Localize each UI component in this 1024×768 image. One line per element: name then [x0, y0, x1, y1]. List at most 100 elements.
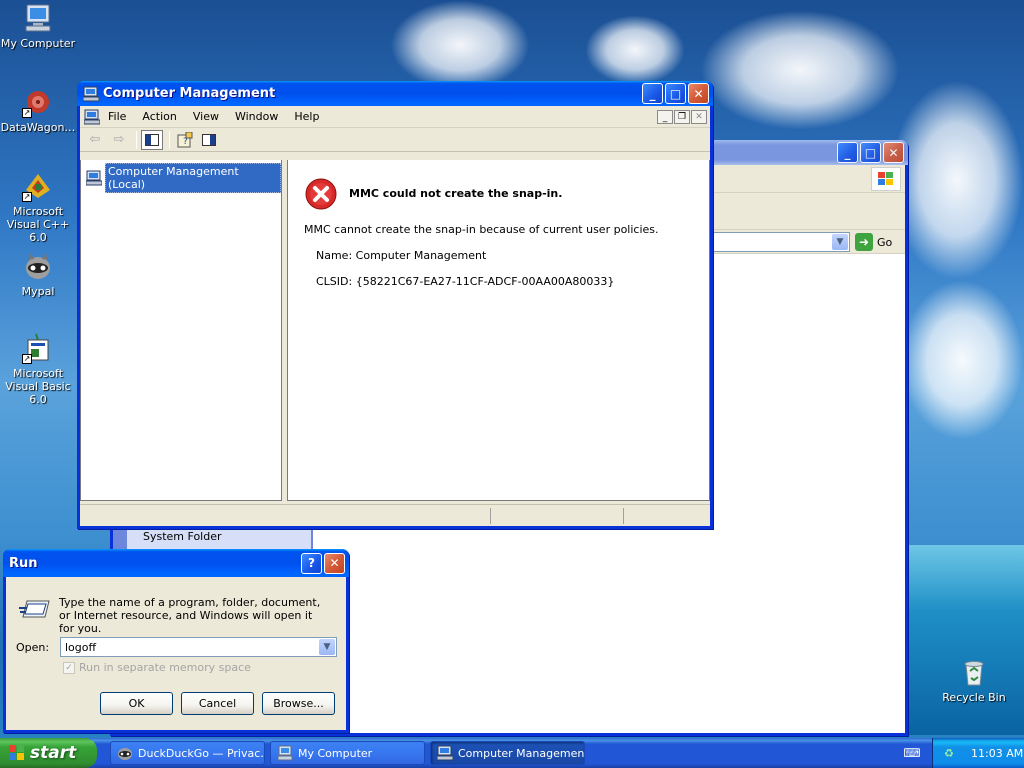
visual-cpp-icon: ↗: [22, 170, 54, 202]
shortcut-arrow-icon: ↗: [22, 354, 32, 364]
menu-file[interactable]: File: [100, 110, 134, 123]
checkbox-icon: ✓: [63, 661, 75, 674]
run-titlebar[interactable]: Run ? ✕: [3, 549, 349, 577]
mdi-controls: _ ❐ ✕: [657, 109, 707, 124]
task-label: DuckDuckGo — Privac…: [138, 746, 265, 760]
desktop-icon-label: Mypal: [21, 285, 55, 298]
shortcut-arrow-icon: ↗: [22, 108, 32, 118]
help-topics-icon[interactable]: ?: [174, 130, 196, 150]
start-label: start: [30, 743, 77, 763]
mypal-icon: [117, 745, 133, 761]
run-dialog[interactable]: Run ? ✕ Type the name of a program, fold…: [3, 549, 349, 733]
browse-button[interactable]: Browse...: [262, 692, 335, 715]
my-computer-icon: [22, 2, 54, 34]
desktop-icon-label: DataWagon…: [0, 121, 76, 134]
forward-arrow-icon[interactable]: ⇨: [108, 130, 130, 150]
maximize-button[interactable]: □: [860, 142, 881, 163]
taskbar: start DuckDuckGo — Privac… My Computer C…: [0, 738, 1024, 768]
network-icon[interactable]: ♻: [941, 745, 957, 761]
ok-button[interactable]: OK: [100, 692, 173, 715]
menu-help[interactable]: Help: [286, 110, 327, 123]
my-computer-icon: [277, 745, 293, 761]
cloud: [900, 280, 1024, 440]
cloud: [585, 15, 685, 85]
separate-memory-checkbox[interactable]: ✓ Run in separate memory space: [63, 661, 251, 674]
mdi-restore-button[interactable]: ❐: [674, 109, 690, 124]
run-icon: [19, 597, 51, 621]
computer-management-titlebar[interactable]: Computer Management _ □ ✕: [77, 81, 713, 106]
start-button[interactable]: start: [0, 738, 97, 768]
task-label: Computer Management: [458, 746, 585, 760]
go-arrow-icon: ➜: [855, 233, 873, 251]
cloud: [700, 10, 900, 130]
mdi-minimize-button[interactable]: _: [657, 109, 673, 124]
cloud: [390, 0, 530, 90]
toolbar-separator: [169, 130, 170, 149]
clock[interactable]: 11:03 AM: [971, 747, 1023, 760]
desktop-icon-visual-basic[interactable]: ↗ Microsoft Visual Basic 6.0: [0, 332, 76, 406]
maximize-button[interactable]: □: [665, 83, 686, 104]
system-tray: ♻ 11:03 AM: [932, 738, 1024, 768]
cancel-button[interactable]: Cancel: [181, 692, 254, 715]
show-hide-tree-icon[interactable]: [141, 129, 163, 150]
task-button-computer-management[interactable]: Computer Management: [430, 741, 585, 765]
desktop-icon-recycle-bin[interactable]: Recycle Bin: [936, 656, 1012, 704]
desktop-icon-label: My Computer: [0, 37, 76, 50]
go-button[interactable]: ➜ Go: [855, 232, 901, 252]
error-heading: MMC could not create the snap-in.: [349, 187, 563, 200]
visual-basic-icon: ↗: [22, 332, 54, 364]
close-button[interactable]: ✕: [324, 552, 345, 574]
status-pane-divider: [623, 508, 624, 524]
tree-item-label: Computer Management (Local): [105, 163, 281, 193]
open-combobox[interactable]: logoff ▼: [60, 637, 337, 657]
tree-pane[interactable]: Computer Management (Local): [80, 160, 282, 501]
computer-management-window[interactable]: Computer Management _ □ ✕ File Action Vi…: [77, 81, 713, 529]
desktop-icon-my-computer[interactable]: My Computer: [0, 2, 76, 50]
run-description: Type the name of a program, folder, docu…: [59, 596, 321, 635]
system-folder-text: System Folder: [143, 530, 222, 543]
status-bar: [80, 504, 710, 526]
toolbar: ⇦ ⇨ ?: [80, 128, 710, 152]
shortcut-arrow-icon: ↗: [22, 192, 32, 202]
mdi-close-button[interactable]: ✕: [691, 109, 707, 124]
desktop-icon-datawagon[interactable]: ↗ DataWagon…: [0, 86, 76, 134]
error-message: MMC cannot create the snap-in because of…: [304, 223, 659, 236]
computer-management-icon: [84, 109, 100, 125]
open-label: Open:: [16, 641, 50, 654]
chevron-down-icon[interactable]: ▼: [319, 639, 335, 655]
menu-bar: File Action View Window Help _ ❐ ✕: [80, 106, 710, 128]
open-input[interactable]: logoff: [65, 641, 96, 654]
result-pane: MMC could not create the snap-in. MMC ca…: [287, 160, 710, 501]
cloud: [890, 80, 1024, 280]
close-button[interactable]: ✕: [688, 83, 709, 104]
checkbox-label: Run in separate memory space: [79, 661, 251, 674]
minimize-button[interactable]: _: [837, 142, 858, 163]
address-input[interactable]: ▼: [708, 232, 850, 252]
status-pane-divider: [490, 508, 491, 524]
computer-management-icon: [437, 745, 453, 761]
back-arrow-icon[interactable]: ⇦: [84, 130, 106, 150]
minimize-button[interactable]: _: [642, 83, 663, 104]
task-button-my-computer[interactable]: My Computer: [270, 741, 425, 765]
windows-logo-icon: [871, 167, 901, 191]
desktop-icon-label: Microsoft Visual C++ 6.0: [6, 205, 70, 244]
desktop-icon-mypal[interactable]: Mypal: [0, 250, 76, 298]
menu-view[interactable]: View: [185, 110, 227, 123]
task-button-duckduckgo[interactable]: DuckDuckGo — Privac…: [110, 741, 265, 765]
desktop-icon-label: Recycle Bin: [942, 691, 1006, 704]
computer-management-icon: [86, 170, 102, 186]
task-label: My Computer: [298, 746, 373, 760]
error-clsid: CLSID: {58221C67-EA27-11CF-ADCF-00AA00A8…: [316, 275, 615, 288]
menu-action[interactable]: Action: [134, 110, 184, 123]
menu-window[interactable]: Window: [227, 110, 286, 123]
keyboard-icon[interactable]: ⌨: [903, 745, 920, 761]
error-icon: [305, 178, 337, 210]
help-button[interactable]: ?: [301, 552, 322, 574]
toolbar-separator: [136, 130, 137, 149]
desktop-icon-visual-cpp[interactable]: ↗ Microsoft Visual C++ 6.0: [0, 170, 76, 244]
tree-item-computer-management[interactable]: Computer Management (Local): [86, 163, 281, 193]
show-hide-action-pane-icon[interactable]: [198, 130, 220, 150]
close-button[interactable]: ✕: [883, 142, 904, 163]
chevron-down-icon[interactable]: ▼: [832, 234, 848, 250]
mypal-icon: [22, 250, 54, 282]
